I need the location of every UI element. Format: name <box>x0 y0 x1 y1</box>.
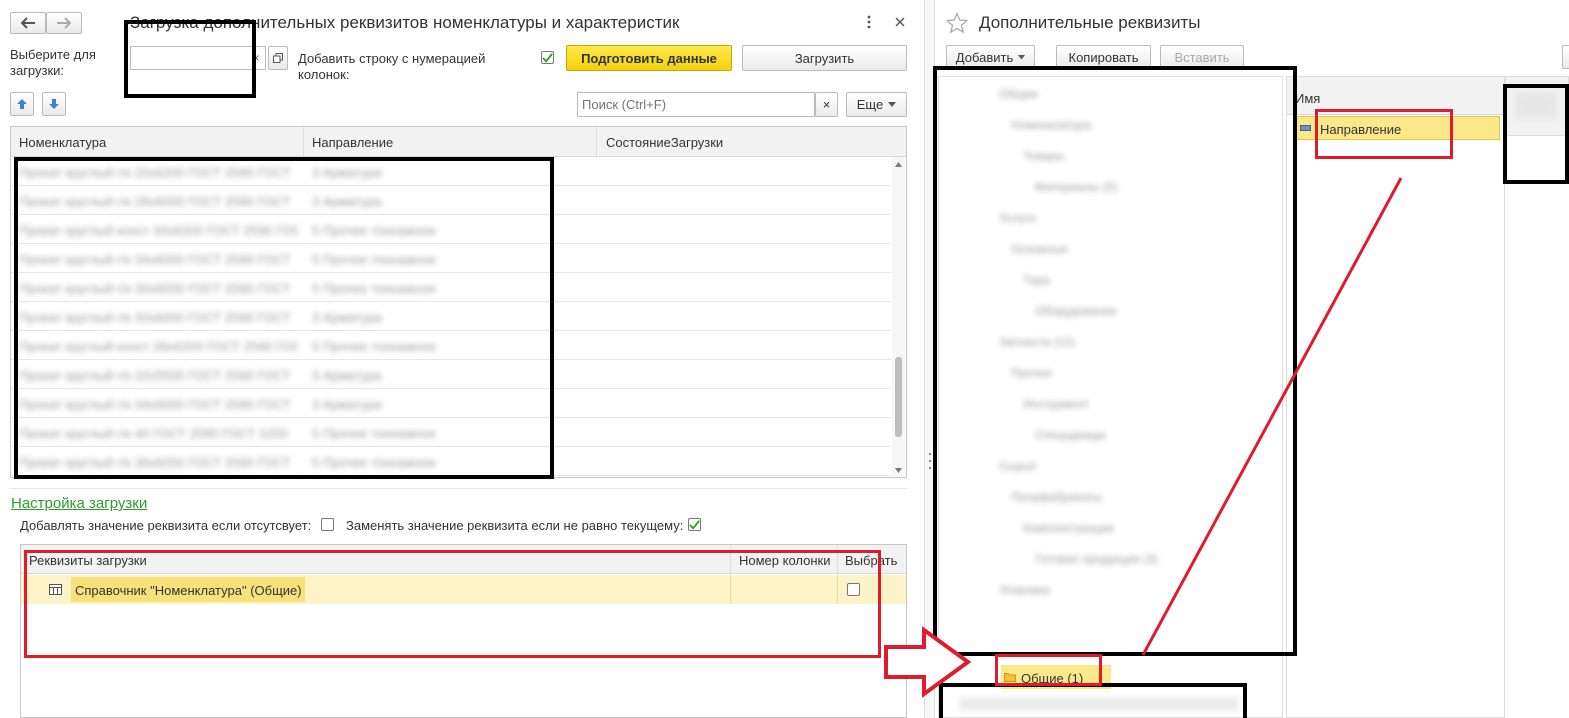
annotation-arrow-right <box>884 626 972 698</box>
annotation-arrows <box>884 177 1403 698</box>
annotation-line <box>1141 177 1403 656</box>
